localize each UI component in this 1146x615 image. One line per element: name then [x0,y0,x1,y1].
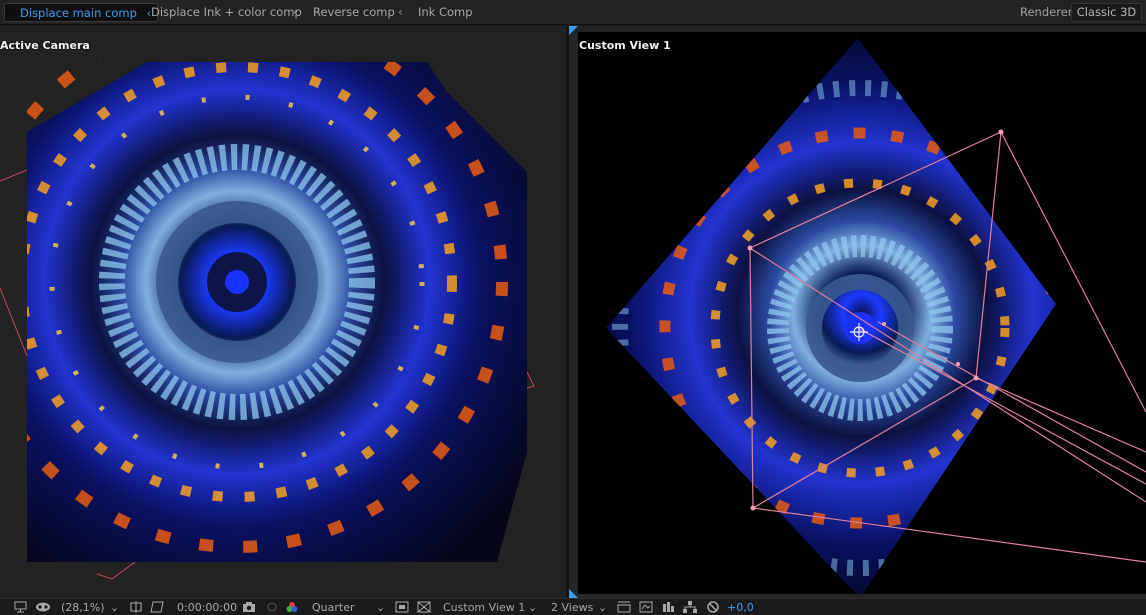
dropdown-chevron-icon[interactable]: ⌄ [528,601,537,615]
dropdown-chevron-icon[interactable]: ⌄ [376,601,385,615]
show-snapshot-icon[interactable] [265,601,279,614]
3d-view-icon[interactable] [617,601,631,614]
viewer-tab-bar: Displace main comp ‹ Displace Ink + colo… [0,0,1146,25]
renderer-label: Renderer: [1020,5,1077,19]
active-view-corner-icon [569,589,578,598]
exposure-value[interactable]: +0,0 [727,601,754,615]
fast-previews-icon[interactable] [395,601,409,614]
viewer-active-camera[interactable]: Active Camera [0,26,566,598]
viewer-custom-view[interactable]: Custom View 1 [569,26,1146,598]
view-layout-select[interactable]: 2 Views [551,601,593,615]
dropdown-chevron-icon[interactable]: ⌄ [110,601,119,615]
reset-exposure-icon[interactable] [706,601,720,614]
mask-icon[interactable] [35,601,51,614]
view-select[interactable]: Custom View 1 [443,601,525,615]
tab-displace-main-comp[interactable]: Displace main comp ‹ [4,3,159,22]
view-label-active-camera: Active Camera [0,39,90,52]
breadcrumb-chevron-icon: ‹ [398,5,403,19]
comp-render-custom-view [578,32,1146,594]
current-time-display[interactable]: 0:00:00:00 [177,601,237,615]
view-label-custom-view: Custom View 1 [579,39,671,52]
extended-viewer-icon[interactable] [661,601,675,614]
resolution-select[interactable]: Quarter [312,601,355,615]
draft-3d-icon[interactable] [639,601,653,614]
magnification-select[interactable]: (28,1%) [61,601,105,615]
viewer-bottom-toolbar: (28,1%) ⌄ 0:00:00:00 Quarter ⌄ Custom Vi… [0,598,1146,615]
color-channel-icon[interactable] [285,601,299,614]
dropdown-chevron-icon[interactable]: ⌄ [598,601,607,615]
flowchart-icon[interactable] [683,601,697,614]
tab-ink-comp[interactable]: Ink Comp [418,3,473,22]
transparency-grid-icon[interactable] [150,601,164,614]
renderer-button[interactable]: Classic 3D [1071,3,1142,22]
tab-reverse-comp[interactable]: Reverse comp [313,3,395,22]
tab-displace-ink-color-comp[interactable]: Displace Ink + color comp [151,3,302,22]
tab-label: Displace main comp [20,6,137,20]
grid-guides-icon[interactable] [417,601,431,614]
breadcrumb-chevron-icon: ‹ [293,5,298,19]
region-of-interest-icon[interactable] [129,601,143,614]
monitor-icon[interactable] [14,601,27,614]
snapshot-icon[interactable] [242,601,256,614]
comp-render-active-camera [27,62,527,562]
active-view-corner-icon [569,26,578,35]
